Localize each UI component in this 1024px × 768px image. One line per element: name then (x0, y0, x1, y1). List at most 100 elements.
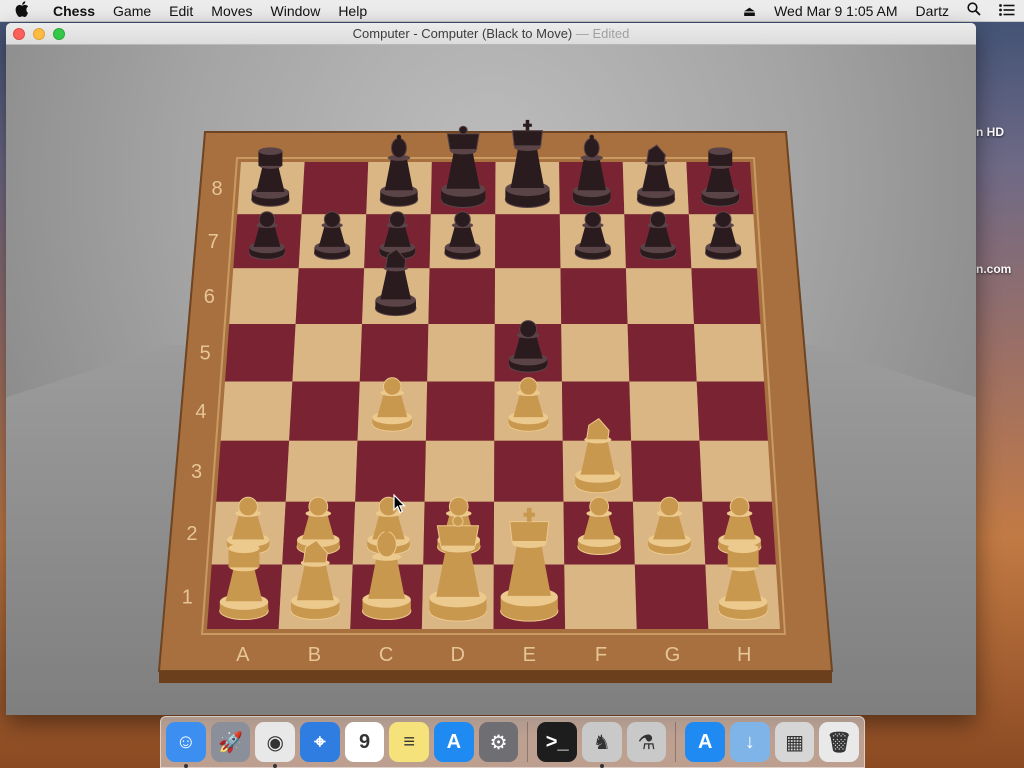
rank-label: 2 (186, 523, 197, 545)
desktop-file-label[interactable]: n.com (976, 262, 1011, 276)
terminal-icon-glyph: >_ (545, 730, 569, 753)
board-frame-edge (159, 671, 832, 683)
square-g1[interactable] (634, 564, 709, 629)
square-b4[interactable] (289, 381, 360, 441)
square-b3[interactable] (285, 440, 358, 502)
rank-label: 8 (212, 178, 223, 200)
dock: ☺ 🚀 ◉ ⌖ 9 ≡ A ⚙ >_ ♞ ⚗ A ↓ ▦ 🗑 (160, 716, 865, 768)
mouse-pointer-icon (393, 494, 406, 514)
rank-label: 4 (195, 401, 206, 423)
square-b5[interactable] (292, 323, 363, 382)
file-label: B (308, 644, 321, 666)
finder-icon-glyph: ☺ (175, 730, 197, 753)
app-store-icon[interactable]: A (434, 722, 474, 762)
finder-icon[interactable]: ☺ (166, 722, 206, 768)
square-c3[interactable] (355, 440, 426, 502)
square-a5[interactable] (225, 323, 296, 382)
rank-label: 1 (182, 587, 193, 609)
square-g5[interactable] (627, 323, 697, 382)
square-b6[interactable] (295, 268, 365, 324)
system-info-icon[interactable]: ⚗ (626, 722, 667, 762)
apple-icon[interactable] (0, 0, 44, 21)
notes-icon-glyph: ≡ (403, 730, 416, 753)
rank-label: 5 (200, 343, 211, 365)
window-title-bar[interactable]: Computer - Computer (Black to Move) — Ed… (6, 23, 976, 45)
notification-center-icon[interactable] (990, 0, 1024, 22)
running-indicator (184, 764, 188, 768)
trash-icon-glyph: 🗑 (826, 731, 852, 754)
spotlight-search-icon[interactable] (958, 0, 990, 22)
menu-bar: Chess Game Edit Moves Window Help ⏏ Wed … (0, 0, 1024, 22)
menu-clock[interactable]: Wed Mar 9 1:05 AM (765, 0, 906, 22)
square-e3[interactable] (494, 440, 564, 502)
desktop-drive-label[interactable]: n HD (976, 125, 1004, 139)
calendar-icon-glyph: 9 (358, 730, 371, 753)
terminal-icon[interactable]: >_ (537, 722, 578, 762)
window-close-button[interactable] (13, 28, 25, 40)
square-d5[interactable] (427, 323, 495, 382)
app-store-icon-glyph: A (446, 730, 462, 753)
square-f1[interactable] (564, 564, 637, 629)
calendar-icon[interactable]: 9 (344, 722, 385, 762)
square-d3[interactable] (424, 440, 495, 502)
chess-knight-icon-glyph: ♞ (592, 731, 611, 754)
screenshots-icon[interactable]: ▦ (774, 722, 815, 762)
file-label: A (236, 644, 250, 666)
menu-app-name[interactable]: Chess (44, 0, 104, 22)
window-minimize-button[interactable] (33, 28, 45, 40)
menu-game[interactable]: Game (104, 0, 160, 22)
square-h5[interactable] (694, 323, 765, 382)
chrome-icon[interactable]: ◉ (255, 722, 296, 768)
downloads-folder-icon[interactable]: ↓ (730, 722, 770, 762)
square-g4[interactable] (629, 381, 700, 441)
window-title: Computer - Computer (Black to Move) (352, 26, 573, 41)
launchpad-icon[interactable]: 🚀 (210, 722, 251, 762)
file-label: F (595, 644, 607, 666)
square-a4[interactable] (220, 381, 293, 441)
safari-icon[interactable]: ⌖ (300, 722, 340, 762)
menu-moves[interactable]: Moves (202, 0, 261, 22)
window-zoom-button[interactable] (53, 28, 65, 40)
notes-icon[interactable]: ≡ (389, 722, 430, 762)
square-a3[interactable] (216, 440, 290, 502)
system-info-icon-glyph: ⚗ (637, 731, 656, 754)
square-b8[interactable] (301, 162, 369, 215)
square-f5[interactable] (561, 323, 630, 382)
menu-user[interactable]: Dartz (907, 0, 958, 22)
running-indicator (273, 764, 278, 768)
file-label: C (379, 644, 393, 666)
square-h6[interactable] (691, 268, 761, 324)
downloads-folder-icon-glyph: ↓ (744, 730, 755, 753)
square-g3[interactable] (631, 440, 703, 502)
rank-label: 7 (208, 231, 219, 253)
square-a6[interactable] (229, 268, 299, 324)
running-indicator (600, 764, 605, 768)
file-label: G (665, 644, 681, 666)
launchpad-icon-glyph: 🚀 (218, 731, 243, 754)
menu-help[interactable]: Help (329, 0, 376, 22)
square-h4[interactable] (696, 381, 768, 441)
menu-window[interactable]: Window (262, 0, 330, 22)
chess-window: Computer - Computer (Black to Move) — Ed… (6, 23, 976, 715)
dock-separator (527, 722, 529, 762)
dock-separator (675, 722, 677, 762)
square-g6[interactable] (625, 268, 695, 324)
chrome-icon-glyph: ◉ (266, 731, 284, 754)
system-prefs-icon[interactable]: ⚙ (478, 722, 519, 762)
eject-icon[interactable]: ⏏ (734, 0, 765, 22)
square-f6[interactable] (560, 268, 628, 324)
square-d6[interactable] (428, 268, 496, 324)
square-e6[interactable] (494, 268, 562, 324)
safari-icon-glyph: ⌖ (314, 730, 326, 753)
app-store-icon-glyph: A (697, 730, 713, 753)
square-c5[interactable] (359, 323, 429, 382)
square-e7[interactable] (495, 214, 561, 269)
file-label: H (737, 644, 751, 666)
square-d4[interactable] (425, 381, 495, 441)
chess-board[interactable]: 8 7 6 5 4 3 2 1 A B C D E F G H (6, 45, 976, 715)
chess-knight-icon[interactable]: ♞ (582, 722, 622, 768)
menu-edit[interactable]: Edit (160, 0, 202, 22)
square-h3[interactable] (699, 440, 772, 502)
app-store-icon[interactable]: A (685, 722, 726, 762)
trash-icon[interactable]: 🗑 (819, 722, 860, 762)
